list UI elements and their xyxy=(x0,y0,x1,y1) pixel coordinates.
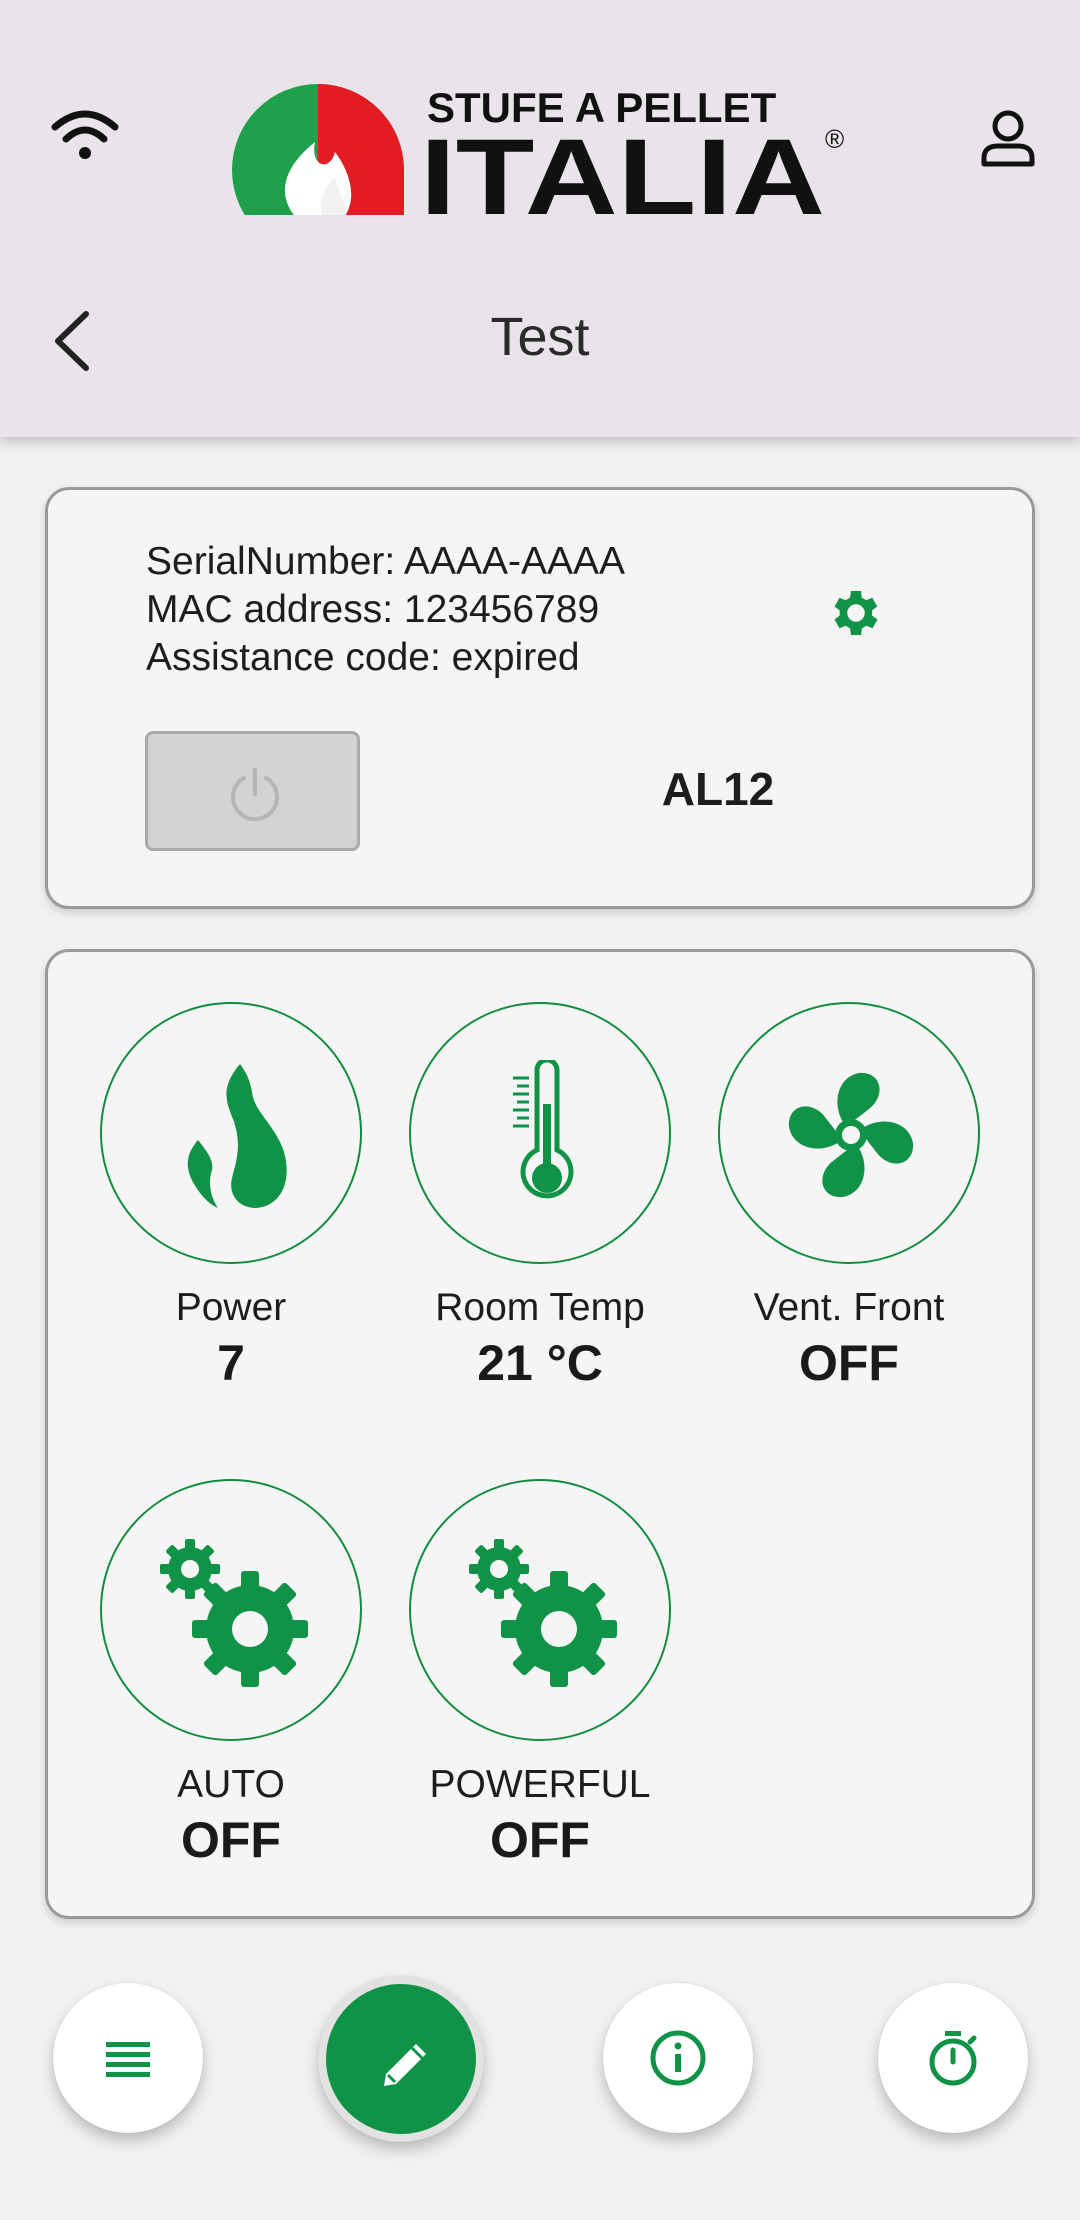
auto-tile-button[interactable] xyxy=(100,1479,362,1741)
tile-label: Power xyxy=(175,1286,287,1329)
user-icon[interactable] xyxy=(976,106,1040,170)
timer-icon xyxy=(929,2031,977,2086)
fan-icon xyxy=(788,1072,914,1198)
pencil-icon xyxy=(384,2044,426,2086)
wifi-icon[interactable] xyxy=(50,105,120,165)
logo-registered-mark: ® xyxy=(825,124,844,154)
mac-address-text: MAC address: 123456789 xyxy=(146,588,600,631)
tile-power[interactable]: Power 7 xyxy=(100,1002,362,1392)
room-temp-tile-button[interactable] xyxy=(409,1002,671,1264)
list-icon xyxy=(106,2042,150,2077)
device-info-card: SerialNumber: AAAA-AAAA MAC address: 123… xyxy=(45,487,1035,909)
tile-room-temp[interactable]: Room Temp 21 °C xyxy=(409,1002,671,1392)
app-header: STUFE A PELLET ITALIA ® Test xyxy=(0,0,1080,437)
tile-value: OFF xyxy=(799,1335,899,1391)
power-icon xyxy=(231,768,279,822)
power-button[interactable] xyxy=(145,731,360,851)
gears-icon xyxy=(469,1539,617,1687)
settings-gear-icon[interactable] xyxy=(826,583,886,643)
flame-icon xyxy=(187,1064,287,1208)
powerful-tile-button[interactable] xyxy=(409,1479,671,1741)
tile-value: 7 xyxy=(217,1335,245,1391)
power-tile-button[interactable] xyxy=(100,1002,362,1264)
info-button[interactable] xyxy=(603,1983,753,2133)
serial-number-text: SerialNumber: AAAA-AAAA xyxy=(146,540,626,583)
brand-logo: STUFE A PELLET ITALIA ® xyxy=(230,82,850,237)
timer-button[interactable] xyxy=(878,1983,1028,2133)
gears-icon xyxy=(160,1539,308,1687)
vent-front-tile-button[interactable] xyxy=(718,1002,980,1264)
tile-label: AUTO xyxy=(177,1763,285,1806)
tile-auto[interactable]: AUTO OFF xyxy=(100,1479,362,1869)
edit-button[interactable] xyxy=(318,1976,484,2142)
tile-label: Room Temp xyxy=(435,1286,645,1329)
status-code: AL12 xyxy=(661,763,775,815)
controls-card: Power 7 Room Temp 21 °C Vent. Front OFF … xyxy=(45,949,1035,1919)
tile-label: POWERFUL xyxy=(429,1763,651,1806)
logo-main-text: ITALIA xyxy=(420,116,825,222)
list-button[interactable] xyxy=(53,1983,203,2133)
tile-value: OFF xyxy=(490,1812,590,1868)
tile-label: Vent. Front xyxy=(753,1286,945,1329)
tile-value: 21 °C xyxy=(477,1335,603,1391)
tile-powerful[interactable]: POWERFUL OFF xyxy=(409,1479,671,1869)
tile-vent-front[interactable]: Vent. Front OFF xyxy=(718,1002,980,1392)
thermometer-icon xyxy=(513,1060,574,1199)
tile-value: OFF xyxy=(181,1812,281,1868)
assistance-code-text: Assistance code: expired xyxy=(146,636,580,679)
info-icon xyxy=(650,2030,706,2086)
page-title: Test xyxy=(490,307,590,367)
